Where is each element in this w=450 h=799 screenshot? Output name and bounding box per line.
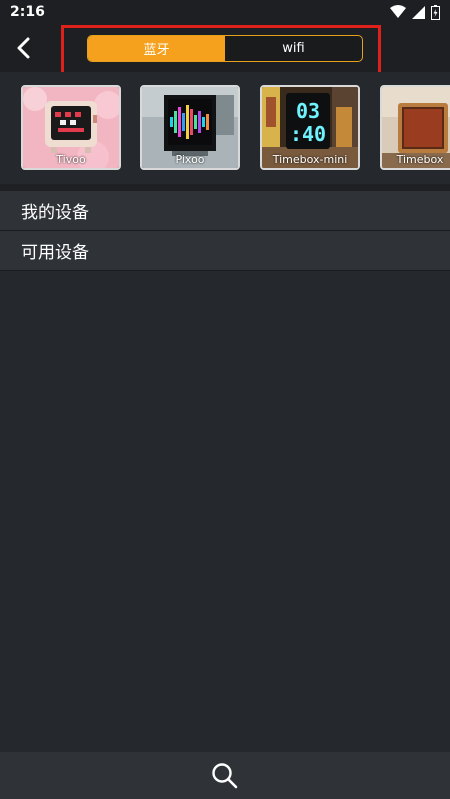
section-available-devices[interactable]: 可用设备 <box>0 231 450 271</box>
section-my-devices[interactable]: 我的设备 <box>0 191 450 231</box>
back-button[interactable] <box>8 32 38 64</box>
status-time: 2:16 <box>10 4 45 20</box>
timebox-minute-text: :40 <box>290 122 326 146</box>
device-carousel: Tivoo Pixoo 03:40 Timebox-mini Timebox <box>0 72 450 184</box>
battery-icon <box>431 4 440 20</box>
device-card-pixoo[interactable]: Pixoo <box>140 85 240 170</box>
search-icon[interactable] <box>211 762 239 790</box>
device-label-timebox-mini: Timebox-mini <box>272 153 348 166</box>
device-card-timebox-mini[interactable]: 03 :40 Timebox-mini <box>260 85 360 170</box>
device-label-tivoo: Tivoo <box>56 153 86 166</box>
chevron-left-icon <box>17 37 30 59</box>
device-label-timebox: Timebox <box>396 153 444 166</box>
device-label-pixoo: Pixoo <box>175 153 205 166</box>
divider <box>0 184 450 191</box>
bottom-bar <box>0 752 450 799</box>
app-bar: 蓝牙 wifi <box>0 24 450 75</box>
connection-type-switch: 蓝牙 wifi <box>87 35 363 62</box>
tab-bluetooth[interactable]: 蓝牙 <box>88 36 225 61</box>
signal-icon <box>412 5 425 19</box>
device-card-tivoo[interactable]: Tivoo <box>21 85 121 170</box>
device-card-timebox[interactable]: Timebox <box>380 85 450 170</box>
status-bar: 2:16 <box>0 0 450 24</box>
section-available-devices-label: 可用设备 <box>21 243 89 263</box>
section-my-devices-label: 我的设备 <box>21 203 89 223</box>
status-icons <box>390 4 440 20</box>
wifi-icon <box>390 5 406 18</box>
timebox-hour-text: 03 <box>296 99 320 123</box>
tab-wifi[interactable]: wifi <box>225 36 362 61</box>
